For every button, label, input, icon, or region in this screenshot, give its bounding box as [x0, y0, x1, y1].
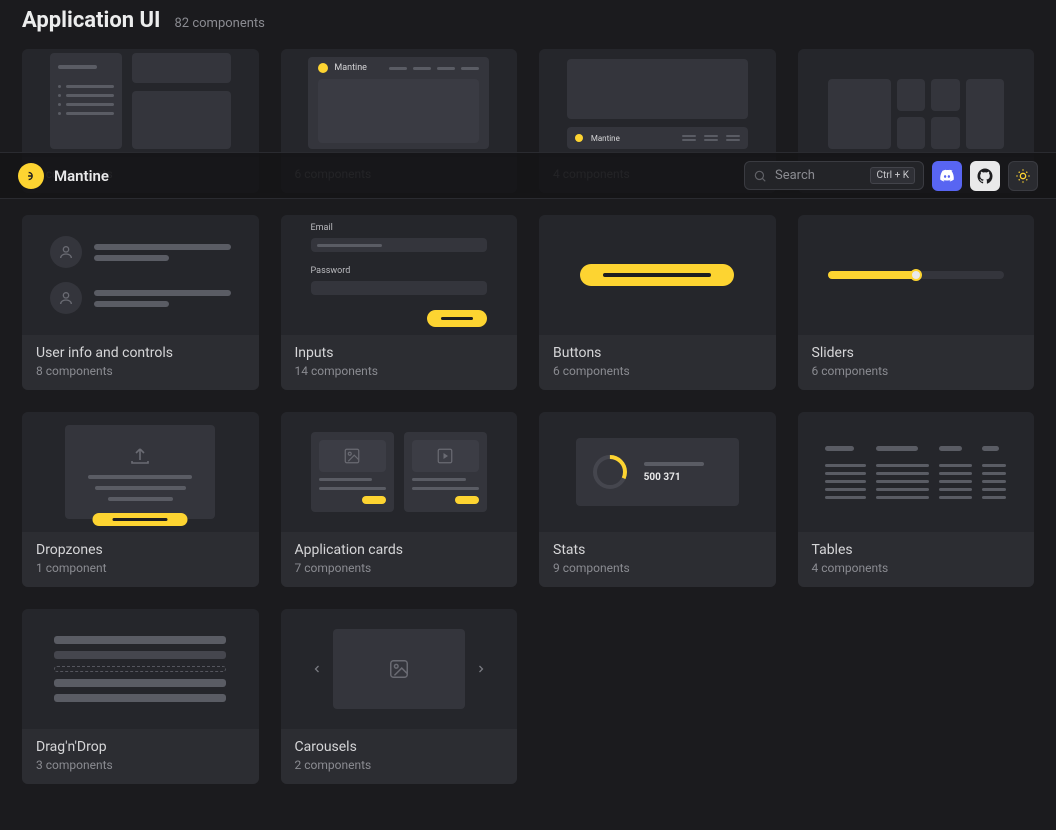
- card-meta: Dropzones 1 component: [22, 532, 259, 587]
- page-title: Application UI: [22, 8, 160, 33]
- chevron-right-icon: [475, 663, 487, 675]
- upload-icon: [128, 444, 152, 468]
- card-name: Sliders: [812, 345, 1021, 361]
- card-count: 2 components: [295, 758, 504, 772]
- mantine-logo-icon: [18, 163, 44, 189]
- mantine-label: Mantine: [591, 134, 620, 143]
- ring-progress-icon: [590, 452, 630, 492]
- discord-button[interactable]: [932, 161, 962, 191]
- play-icon: [436, 447, 454, 465]
- mantine-label: Mantine: [334, 63, 367, 73]
- password-label: Password: [311, 266, 487, 276]
- card-preview: [281, 609, 518, 729]
- search-input[interactable]: Search Ctrl + K: [744, 161, 924, 190]
- image-icon: [343, 447, 361, 465]
- card-preview: Mantine: [281, 49, 518, 157]
- card-preview: [281, 412, 518, 532]
- card-preview: [22, 49, 259, 157]
- avatar-icon: [50, 236, 82, 268]
- card-count: 8 components: [36, 364, 245, 378]
- card-appcards[interactable]: Application cards 7 components: [281, 412, 518, 587]
- slider-thumb-icon: [910, 269, 922, 281]
- stats-value: 500 371: [644, 472, 704, 483]
- github-button[interactable]: [970, 161, 1000, 191]
- mantine-logo-icon: [318, 63, 328, 73]
- card-meta: Buttons 6 components: [539, 335, 776, 390]
- card-name: Carousels: [295, 739, 504, 755]
- card-stats[interactable]: 500 371 Stats 9 components: [539, 412, 776, 587]
- card-preview: [22, 609, 259, 729]
- avatar-icon: [50, 282, 82, 314]
- card-count: 7 components: [295, 561, 504, 575]
- card-name: Buttons: [553, 345, 762, 361]
- card-count: 6 components: [553, 364, 762, 378]
- card-name: Application cards: [295, 542, 504, 558]
- search-shortcut: Ctrl + K: [870, 167, 915, 184]
- card-dnd[interactable]: Drag'n'Drop 3 components: [22, 609, 259, 784]
- brand[interactable]: Mantine: [18, 163, 109, 189]
- card-meta: Inputs 14 components: [281, 335, 518, 390]
- card-preview: 500 371: [539, 412, 776, 532]
- search-placeholder: Search: [775, 168, 858, 183]
- mantine-logo-icon: [575, 134, 583, 142]
- card-name: Dropzones: [36, 542, 245, 558]
- card-meta: User info and controls 8 components: [22, 335, 259, 390]
- card-name: Stats: [553, 542, 762, 558]
- card-preview: [798, 215, 1035, 335]
- card-user-info[interactable]: User info and controls 8 components: [22, 215, 259, 390]
- card-name: User info and controls: [36, 345, 245, 361]
- card-preview: [22, 215, 259, 335]
- card-preview: [22, 412, 259, 532]
- card-preview: [798, 49, 1035, 157]
- card-count: 6 components: [812, 364, 1021, 378]
- page-header: Application UI 82 components: [0, 0, 1056, 49]
- card-dropzones[interactable]: Dropzones 1 component: [22, 412, 259, 587]
- card-carousels[interactable]: Carousels 2 components: [281, 609, 518, 784]
- discord-icon: [938, 167, 956, 185]
- card-name: Tables: [812, 542, 1021, 558]
- card-count: 4 components: [812, 561, 1021, 575]
- sticky-header: Mantine Search Ctrl + K: [0, 152, 1056, 199]
- card-preview: Email Password: [281, 215, 518, 335]
- github-icon: [976, 167, 994, 185]
- card-tables[interactable]: Tables 4 components: [798, 412, 1035, 587]
- card-meta: Sliders 6 components: [798, 335, 1035, 390]
- card-meta: Carousels 2 components: [281, 729, 518, 784]
- page-subtitle: 82 components: [174, 16, 264, 31]
- card-preview: [798, 412, 1035, 532]
- card-name: Inputs: [295, 345, 504, 361]
- card-meta: Tables 4 components: [798, 532, 1035, 587]
- email-label: Email: [311, 223, 487, 233]
- card-count: 14 components: [295, 364, 504, 378]
- card-inputs[interactable]: Email Password Inputs 14 components: [281, 215, 518, 390]
- card-meta: Stats 9 components: [539, 532, 776, 587]
- search-icon: [753, 169, 767, 183]
- card-count: 1 component: [36, 561, 245, 575]
- theme-toggle-button[interactable]: [1008, 161, 1038, 191]
- image-icon: [388, 658, 410, 680]
- chevron-left-icon: [311, 663, 323, 675]
- card-meta: Application cards 7 components: [281, 532, 518, 587]
- card-preview: [539, 215, 776, 335]
- card-meta: Drag'n'Drop 3 components: [22, 729, 259, 784]
- sun-icon: [1015, 168, 1031, 184]
- brand-name: Mantine: [54, 167, 109, 185]
- card-count: 9 components: [553, 561, 762, 575]
- card-name: Drag'n'Drop: [36, 739, 245, 755]
- card-sliders[interactable]: Sliders 6 components: [798, 215, 1035, 390]
- card-count: 3 components: [36, 758, 245, 772]
- card-preview: Mantine: [539, 49, 776, 157]
- card-buttons[interactable]: Buttons 6 components: [539, 215, 776, 390]
